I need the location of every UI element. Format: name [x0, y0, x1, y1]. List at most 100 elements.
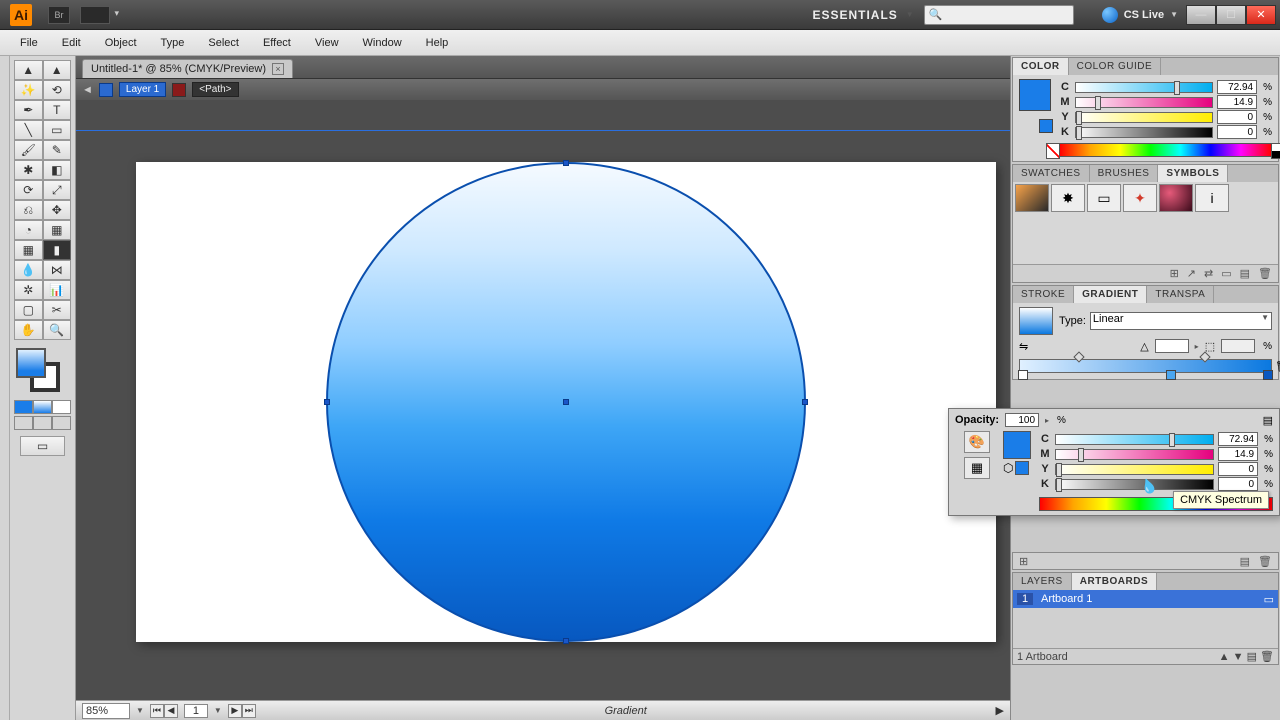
- move-up-icon[interactable]: ▲: [1219, 651, 1230, 663]
- artboard-nav[interactable]: ⏮◀: [150, 704, 178, 718]
- lib-icon[interactable]: ⊞: [1019, 555, 1028, 568]
- menu-file[interactable]: File: [8, 37, 50, 49]
- value-cyan[interactable]: 72.94: [1217, 80, 1257, 94]
- menu-view[interactable]: View: [303, 37, 351, 49]
- color-swatch-secondary[interactable]: [1039, 119, 1053, 133]
- scale-tool[interactable]: ⤢: [43, 180, 72, 200]
- tab-color[interactable]: COLOR: [1013, 58, 1069, 75]
- width-tool[interactable]: ⎌: [14, 200, 43, 220]
- menu-help[interactable]: Help: [414, 37, 461, 49]
- selection-tool[interactable]: ▲: [14, 60, 43, 80]
- document-tab[interactable]: Untitled-1* @ 85% (CMYK/Preview) ×: [82, 59, 293, 78]
- canvas[interactable]: [76, 100, 1010, 700]
- color-model-icon[interactable]: 🎨: [964, 431, 990, 453]
- pop-slider-cyan[interactable]: [1055, 434, 1214, 445]
- type-tool[interactable]: T: [43, 100, 72, 120]
- lasso-tool[interactable]: ⟲: [43, 80, 72, 100]
- magic-wand-tool[interactable]: ✨: [14, 80, 43, 100]
- swatches-grid-icon[interactable]: ▦: [964, 457, 990, 479]
- gradient-midpoint[interactable]: [1074, 351, 1085, 362]
- symbol-sprayer-tool[interactable]: ✲: [14, 280, 43, 300]
- close-button[interactable]: ✕: [1246, 5, 1276, 25]
- none-color-icon[interactable]: [1046, 143, 1060, 159]
- eyedropper-tool[interactable]: 💧: [14, 260, 43, 280]
- hand-tool[interactable]: ✋: [14, 320, 43, 340]
- popout-swatch[interactable]: [1003, 431, 1031, 459]
- spectrum-bar[interactable]: [1059, 143, 1272, 157]
- gradient-angle-field[interactable]: [1155, 339, 1189, 353]
- screen-mode-buttons[interactable]: [14, 416, 71, 430]
- bridge-icon[interactable]: Br: [48, 6, 70, 24]
- new-icon[interactable]: ▤: [1240, 555, 1250, 568]
- anchor-bottom[interactable]: [563, 638, 569, 644]
- tab-swatches[interactable]: SWATCHES: [1013, 165, 1090, 182]
- panel-menu-icon[interactable]: ▤: [1263, 414, 1273, 427]
- global-icon[interactable]: ⬡: [1003, 461, 1013, 475]
- pop-slider-black[interactable]: [1055, 479, 1214, 490]
- fill-stroke-control[interactable]: [14, 346, 71, 390]
- fill-swatch[interactable]: [16, 348, 46, 378]
- tab-color-guide[interactable]: COLOR GUIDE: [1069, 58, 1162, 75]
- gradient-stop-start[interactable]: [1018, 370, 1028, 380]
- pop-slider-magenta[interactable]: [1055, 449, 1214, 460]
- artboard-nav-next[interactable]: ▶⏭: [228, 704, 256, 718]
- value-magenta[interactable]: 14.9: [1217, 95, 1257, 109]
- pop-value-yellow[interactable]: 0: [1218, 462, 1258, 476]
- rotate-tool[interactable]: ⟳: [14, 180, 43, 200]
- artboard[interactable]: [136, 162, 996, 642]
- graph-tool[interactable]: 📊: [43, 280, 72, 300]
- screen-mode-button[interactable]: ▭: [20, 436, 65, 456]
- gradient-stop-end[interactable]: [1263, 370, 1273, 380]
- perspective-tool[interactable]: ▦: [43, 220, 72, 240]
- gradient-circle-path[interactable]: [326, 162, 806, 642]
- zoom-tool[interactable]: 🔍: [43, 320, 72, 340]
- pen-tool[interactable]: ✒: [14, 100, 43, 120]
- eraser-tool[interactable]: ◧: [43, 160, 72, 180]
- slider-black[interactable]: [1075, 127, 1213, 138]
- minimize-button[interactable]: —: [1186, 5, 1216, 25]
- new-symbol-icon[interactable]: ▤: [1240, 267, 1250, 280]
- gradient-stop-mid[interactable]: [1166, 370, 1176, 380]
- break-link-icon[interactable]: ⇄: [1204, 267, 1213, 280]
- value-black[interactable]: 0: [1217, 125, 1257, 139]
- center-point[interactable]: [563, 399, 569, 405]
- symbol-lib-icon[interactable]: ⊞: [1170, 267, 1179, 280]
- artboard-index-field[interactable]: 1: [184, 704, 208, 718]
- menu-select[interactable]: Select: [196, 37, 251, 49]
- menu-window[interactable]: Window: [351, 37, 414, 49]
- symbol-options-icon[interactable]: ▭: [1221, 267, 1231, 280]
- blob-brush-tool[interactable]: ✱: [14, 160, 43, 180]
- artboard-name[interactable]: Artboard 1: [1041, 593, 1092, 605]
- symbol-sphere[interactable]: [1159, 184, 1193, 212]
- delete-icon[interactable]: 🗑: [1258, 267, 1272, 280]
- artboard-tool[interactable]: ▢: [14, 300, 43, 320]
- zoom-field[interactable]: 85%: [82, 703, 130, 719]
- bw-icon[interactable]: [1271, 143, 1280, 159]
- symbol-splat[interactable]: ✸: [1051, 184, 1085, 212]
- reverse-gradient-icon[interactable]: ⇋: [1019, 340, 1028, 353]
- delete-stop-icon[interactable]: 🗑: [1275, 360, 1280, 373]
- trash-icon[interactable]: 🗑: [1258, 555, 1272, 568]
- slider-yellow[interactable]: [1075, 112, 1213, 123]
- mesh-tool[interactable]: ▦: [14, 240, 43, 260]
- opacity-field[interactable]: 100: [1005, 413, 1039, 427]
- move-down-icon[interactable]: ▼: [1233, 651, 1244, 663]
- nav-arrow-icon[interactable]: ◄: [82, 84, 93, 96]
- new-artboard-icon[interactable]: ▤: [1247, 651, 1257, 663]
- slice-tool[interactable]: ✂: [43, 300, 72, 320]
- paintbrush-tool[interactable]: 🖌: [14, 140, 43, 160]
- tab-artboards[interactable]: ARTBOARDS: [1072, 573, 1157, 590]
- path-breadcrumb[interactable]: <Path>: [192, 82, 238, 97]
- shape-builder-tool[interactable]: ◔: [14, 220, 43, 240]
- close-tab-button[interactable]: ×: [272, 63, 284, 75]
- direct-selection-tool[interactable]: ▲: [43, 60, 72, 80]
- arrange-documents-button[interactable]: [80, 6, 110, 24]
- tab-symbols[interactable]: SYMBOLS: [1158, 165, 1228, 182]
- maximize-button[interactable]: ☐: [1216, 5, 1246, 25]
- free-transform-tool[interactable]: ✥: [43, 200, 72, 220]
- symbol-ribbon[interactable]: ▭: [1087, 184, 1121, 212]
- pencil-tool[interactable]: ✎: [43, 140, 72, 160]
- popout-swatch-secondary[interactable]: [1015, 461, 1029, 475]
- symbol-fox[interactable]: ✦: [1123, 184, 1157, 212]
- symbol-cube[interactable]: [1015, 184, 1049, 212]
